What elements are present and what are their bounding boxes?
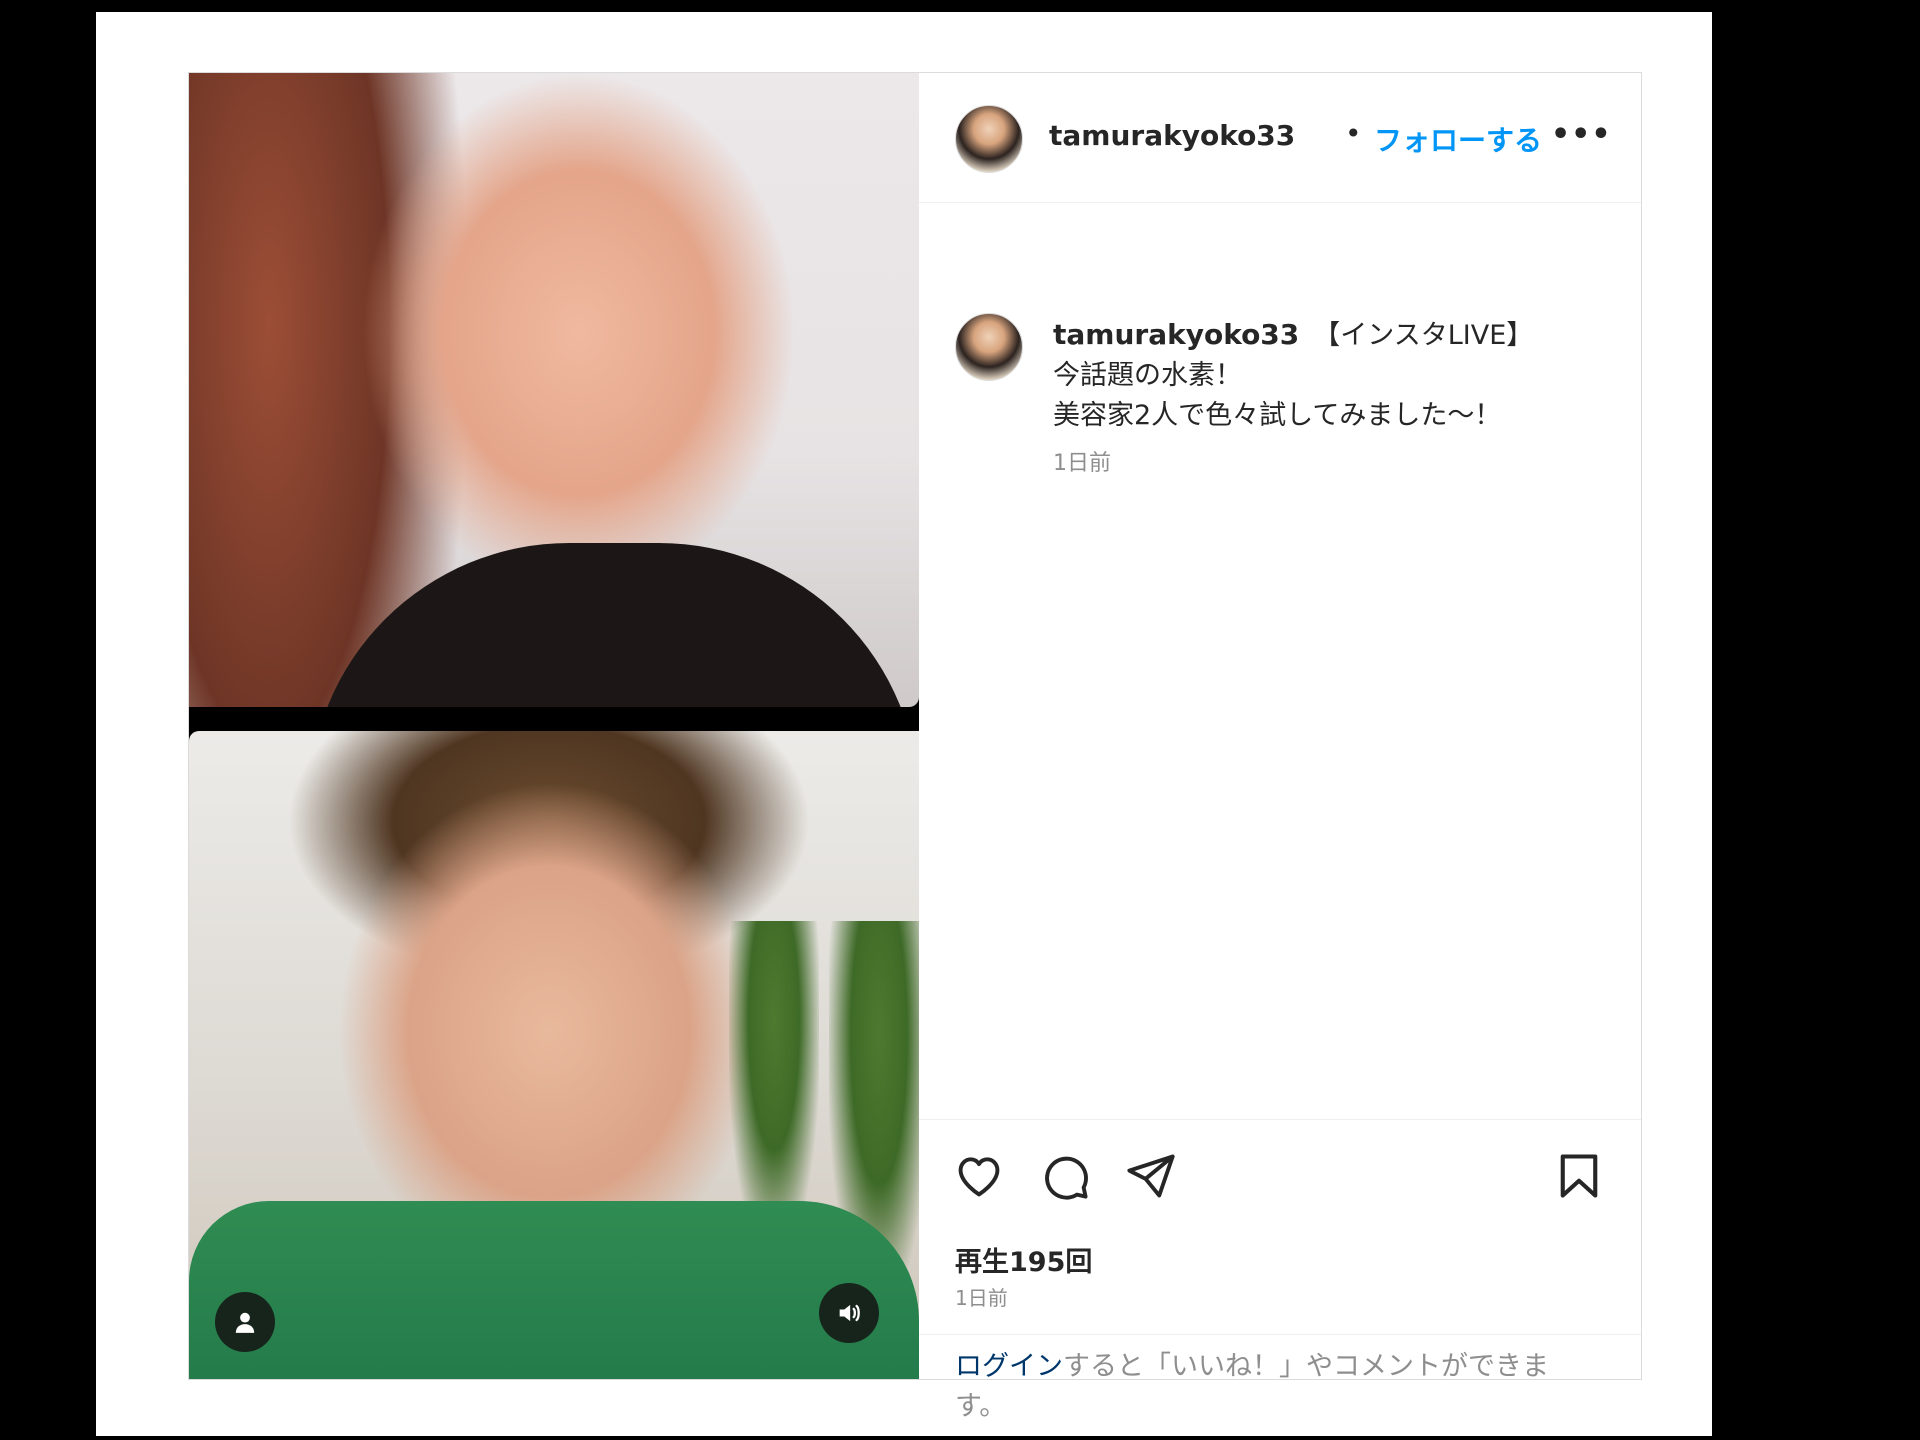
username-link[interactable]: tamurakyoko33 (1049, 119, 1295, 152)
more-options-icon[interactable]: ••• (1551, 117, 1612, 152)
page: tamurakyoko33 • フォローする ••• tamurakyoko33… (96, 12, 1712, 1436)
video-feed-bottom (189, 731, 919, 1379)
login-link[interactable]: ログイン (955, 1351, 1063, 1382)
login-text: ログインすると「いいね！」やコメントができます。 (955, 1347, 1595, 1427)
share-icon[interactable] (1125, 1150, 1177, 1206)
post-header: tamurakyoko33 • フォローする ••• (919, 73, 1641, 203)
follow-button[interactable]: フォローする (1374, 119, 1542, 159)
person-bottom (189, 1201, 919, 1379)
caption-line-2: 今話題の水素！ (1053, 360, 1242, 391)
caption-area: tamurakyoko33 【インスタLIVE】 今話題の水素！ 美容家2人で色々… (919, 203, 1641, 1119)
view-count[interactable]: 再生195回 (955, 1240, 1092, 1279)
caption-line-1: 【インスタLIVE】 (1313, 320, 1534, 351)
comment-icon[interactable] (1039, 1150, 1091, 1206)
caption-timestamp: 1日前 (1053, 451, 1111, 476)
sound-icon[interactable] (819, 1283, 879, 1343)
live-video[interactable] (189, 73, 919, 1379)
avatar[interactable] (955, 105, 1023, 173)
bookmark-icon[interactable] (1553, 1150, 1605, 1206)
caption-text: tamurakyoko33 【インスタLIVE】 今話題の水素！ 美容家2人で色々… (1053, 315, 1613, 436)
heart-icon[interactable] (953, 1150, 1005, 1206)
caption-username[interactable]: tamurakyoko33 (1053, 318, 1299, 351)
caption-line-3: 美容家2人で色々試してみました〜！ (1053, 400, 1502, 431)
separator-dot: • (1345, 117, 1362, 150)
post-sidebar: tamurakyoko33 • フォローする ••• tamurakyoko33… (919, 73, 1641, 1422)
person-top (309, 543, 919, 707)
post-timestamp: 1日前 (955, 1286, 1008, 1310)
instagram-post: tamurakyoko33 • フォローする ••• tamurakyoko33… (188, 72, 1642, 1422)
login-prompt: ログインすると「いいね！」やコメントができます。 (919, 1334, 1641, 1426)
actions-bar: 再生195回 1日前 ログインすると「いいね！」やコメントができます。 (919, 1119, 1641, 1422)
caption-avatar[interactable] (955, 313, 1023, 381)
user-icon[interactable] (215, 1292, 275, 1352)
video-feed-top (189, 73, 919, 707)
